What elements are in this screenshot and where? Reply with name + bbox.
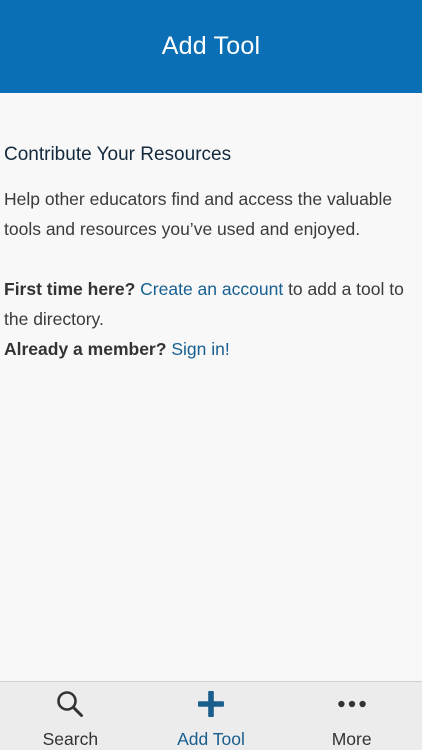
tab-add-tool[interactable]: Add Tool	[141, 682, 282, 750]
section-heading: Contribute Your Resources	[4, 144, 232, 165]
member-text: Already a member? Sign in!	[4, 334, 420, 364]
tab-add-tool-label: Add Tool	[177, 729, 245, 749]
sign-in-link[interactable]: Sign in!	[171, 339, 229, 359]
search-icon	[55, 689, 85, 718]
page-title: Add Tool	[161, 32, 261, 60]
app-header: Add Tool	[0, 0, 422, 93]
first-time-label: First time here?	[4, 279, 136, 299]
tab-more-label: More	[331, 729, 372, 749]
create-account-link[interactable]: Create an account	[140, 279, 283, 299]
intro-text: Help other educators find and access the…	[4, 189, 393, 239]
more-icon	[337, 689, 367, 718]
plus-icon	[196, 689, 226, 718]
main-content: Contribute Your Resources Help other edu…	[4, 140, 420, 364]
bottom-tab-bar: Search Add Tool More	[0, 681, 422, 750]
tab-more[interactable]: More	[281, 682, 422, 750]
tab-search-label: Search	[42, 729, 99, 749]
member-label: Already a member?	[4, 339, 167, 359]
first-time-text: First time here? Create an account to ad…	[4, 274, 420, 334]
tab-search[interactable]: Search	[0, 682, 141, 750]
app-screen: Add Tool Contribute Your Resources Help …	[0, 0, 422, 750]
